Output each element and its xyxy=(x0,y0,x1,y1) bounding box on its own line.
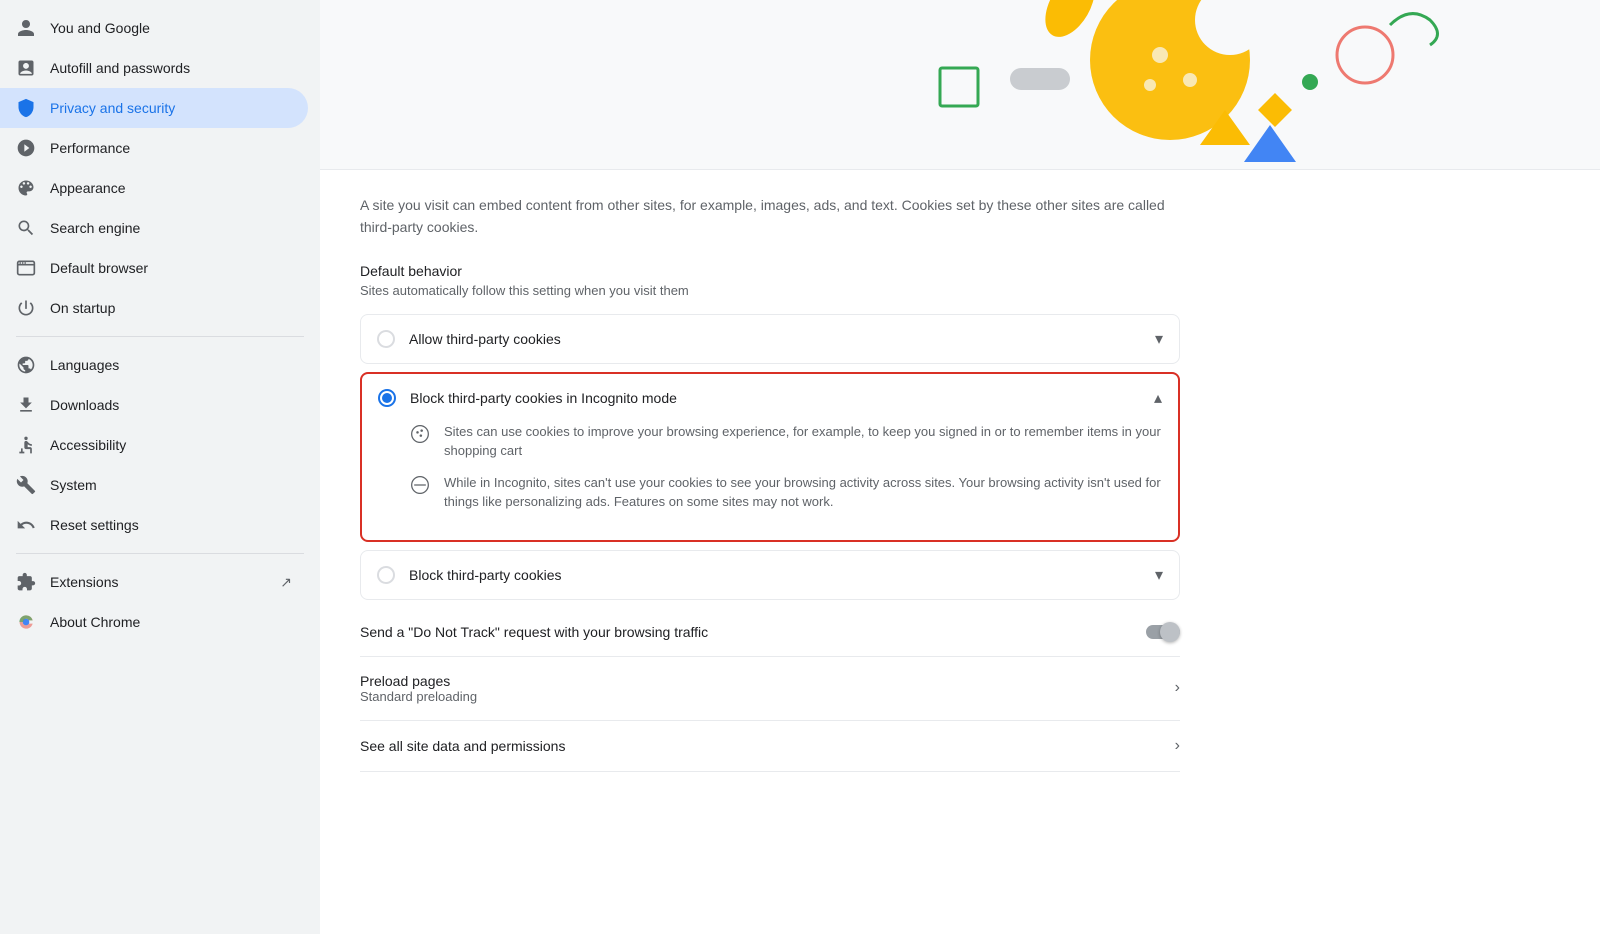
radio-label-allow: Allow third-party cookies xyxy=(409,331,1155,347)
sidebar-item-performance[interactable]: Performance xyxy=(0,128,308,168)
block-detail-icon xyxy=(410,475,430,495)
speed-icon xyxy=(16,138,36,158)
radio-block-incognito-header: Block third-party cookies in Incognito m… xyxy=(362,374,1178,422)
sidebar-item-downloads[interactable]: Downloads xyxy=(0,385,308,425)
radio-label-block-all: Block third-party cookies xyxy=(409,567,1155,583)
preload-pages-title: Preload pages xyxy=(360,673,1175,689)
accessibility-icon xyxy=(16,435,36,455)
sidebar-divider-1 xyxy=(16,336,304,337)
sidebar-item-languages[interactable]: Languages xyxy=(0,345,308,385)
preload-pages-arrow: › xyxy=(1175,679,1180,697)
sidebar-item-label: About Chrome xyxy=(50,614,140,630)
sidebar-item-label: Appearance xyxy=(50,180,126,196)
sidebar-item-label: Accessibility xyxy=(50,437,126,453)
radio-block-incognito[interactable]: Block third-party cookies in Incognito m… xyxy=(360,372,1180,542)
puzzle-icon xyxy=(16,572,36,592)
main-content: A site you visit can embed content from … xyxy=(320,0,1600,934)
external-link-icon: ↗ xyxy=(280,574,292,591)
autofill-icon xyxy=(16,58,36,78)
incognito-details: Sites can use cookies to improve your br… xyxy=(362,422,1178,540)
sidebar-item-you-and-google[interactable]: You and Google xyxy=(0,8,308,48)
cookie-detail-2: While in Incognito, sites can't use your… xyxy=(410,473,1162,512)
chrome-icon xyxy=(16,612,36,632)
sidebar-item-label: Autofill and passwords xyxy=(50,60,190,76)
do-not-track-label: Send a "Do Not Track" request with your … xyxy=(360,624,1146,640)
sidebar-item-privacy-security[interactable]: Privacy and security xyxy=(0,88,308,128)
hero-svg xyxy=(320,0,1600,170)
cookie-detail-icon xyxy=(410,424,430,444)
sidebar-item-search-engine[interactable]: Search engine xyxy=(0,208,308,248)
sidebar-item-system[interactable]: System xyxy=(0,465,308,505)
sidebar-item-label: System xyxy=(50,477,97,493)
sidebar-item-appearance[interactable]: Appearance xyxy=(0,168,308,208)
sidebar-item-reset-settings[interactable]: Reset settings xyxy=(0,505,308,545)
search-icon xyxy=(16,218,36,238)
cookie-detail-text-1: Sites can use cookies to improve your br… xyxy=(444,422,1162,461)
sidebar-item-label: Default browser xyxy=(50,260,148,276)
reset-icon xyxy=(16,515,36,535)
do-not-track-title: Send a "Do Not Track" request with your … xyxy=(360,624,1146,640)
site-data-arrow: › xyxy=(1175,737,1180,755)
chevron-up-icon: ▴ xyxy=(1154,388,1162,408)
chevron-down-icon: ▾ xyxy=(1155,329,1163,349)
preload-pages-subtitle: Standard preloading xyxy=(360,689,1175,704)
sidebar-item-label: Languages xyxy=(50,357,119,373)
radio-label-block-incognito: Block third-party cookies in Incognito m… xyxy=(410,390,1154,406)
setting-site-data[interactable]: See all site data and permissions › xyxy=(360,721,1180,772)
sidebar-item-accessibility[interactable]: Accessibility xyxy=(0,425,308,465)
sidebar-item-label: On startup xyxy=(50,300,115,316)
sidebar-item-extensions[interactable]: Extensions ↗ xyxy=(0,562,308,602)
setting-do-not-track: Send a "Do Not Track" request with your … xyxy=(360,608,1180,657)
globe-icon xyxy=(16,355,36,375)
sidebar-item-autofill[interactable]: Autofill and passwords xyxy=(0,48,308,88)
sidebar-item-about-chrome[interactable]: About Chrome xyxy=(0,602,308,642)
radio-allow-cookies[interactable]: Allow third-party cookies ▾ xyxy=(360,314,1180,364)
setting-preload-pages[interactable]: Preload pages Standard preloading › xyxy=(360,657,1180,721)
radio-circle-allow xyxy=(377,330,395,348)
sidebar-item-label: Privacy and security xyxy=(50,100,175,116)
default-behavior-title: Default behavior xyxy=(360,263,1180,279)
palette-icon xyxy=(16,178,36,198)
cookie-settings-content: A site you visit can embed content from … xyxy=(320,170,1220,796)
do-not-track-toggle[interactable] xyxy=(1146,625,1180,639)
cookies-description: A site you visit can embed content from … xyxy=(360,194,1180,239)
sidebar-item-label: You and Google xyxy=(50,20,150,36)
site-data-label: See all site data and permissions xyxy=(360,738,1175,754)
shield-icon xyxy=(16,98,36,118)
sidebar-item-label: Extensions xyxy=(50,574,118,590)
default-behavior-subtitle: Sites automatically follow this setting … xyxy=(360,283,1180,298)
power-icon xyxy=(16,298,36,318)
sidebar-divider-2 xyxy=(16,553,304,554)
sidebar-item-default-browser[interactable]: Default browser xyxy=(0,248,308,288)
cookie-detail-1: Sites can use cookies to improve your br… xyxy=(410,422,1162,461)
person-icon xyxy=(16,18,36,38)
site-data-title: See all site data and permissions xyxy=(360,738,1175,754)
sidebar-item-label: Reset settings xyxy=(50,517,139,533)
sidebar-item-label: Performance xyxy=(50,140,130,156)
radio-block-all-cookies[interactable]: Block third-party cookies ▾ xyxy=(360,550,1180,600)
sidebar-item-on-startup[interactable]: On startup xyxy=(0,288,308,328)
wrench-icon xyxy=(16,475,36,495)
download-icon xyxy=(16,395,36,415)
chevron-down-icon-2: ▾ xyxy=(1155,565,1163,585)
browser-icon xyxy=(16,258,36,278)
hero-illustration xyxy=(320,0,1600,170)
radio-circle-block-all xyxy=(377,566,395,584)
cookie-detail-text-2: While in Incognito, sites can't use your… xyxy=(444,473,1162,512)
sidebar-item-label: Downloads xyxy=(50,397,119,413)
sidebar-item-label: Search engine xyxy=(50,220,140,236)
preload-pages-label: Preload pages Standard preloading xyxy=(360,673,1175,704)
radio-circle-block-incognito xyxy=(378,389,396,407)
sidebar: You and Google Autofill and passwords Pr… xyxy=(0,0,320,934)
